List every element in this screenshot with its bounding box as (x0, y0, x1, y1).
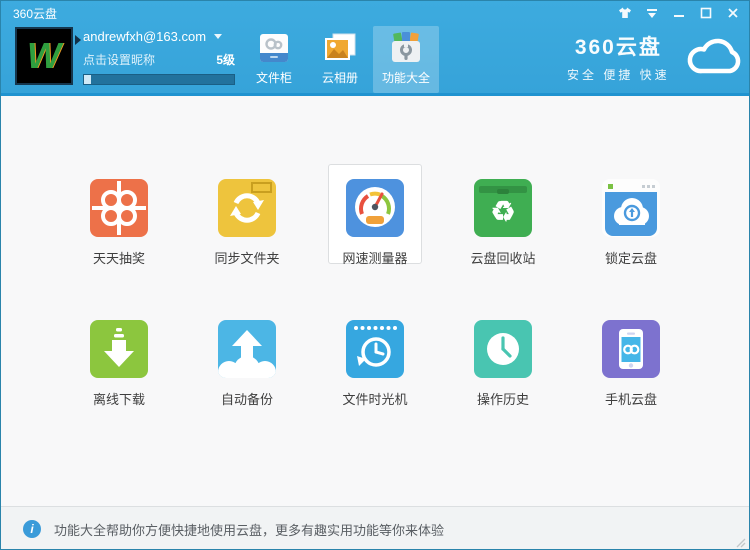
header: 360云盘 W (1, 1, 749, 96)
lock-cloud-icon (602, 179, 660, 237)
main-menu-icon[interactable] (644, 6, 660, 20)
feature-lottery[interactable]: 天天抽奖 (72, 164, 166, 264)
file-cabinet-icon (256, 30, 292, 66)
svg-text:♻: ♻ (490, 196, 515, 227)
info-icon: i (23, 520, 41, 538)
avatar-pointer (75, 35, 81, 45)
feature-offline-download[interactable]: 离线下载 (72, 305, 166, 405)
minimize-icon[interactable] (671, 6, 687, 20)
avatar[interactable]: W (15, 27, 73, 85)
level-progress-fill (84, 75, 91, 84)
account-menu[interactable]: andrewfxh@163.com (83, 29, 235, 44)
feature-recycle-bin[interactable]: ♻ 云盘回收站 (456, 164, 550, 264)
history-clock-icon (474, 320, 532, 378)
tab-features[interactable]: 功能大全 (373, 26, 439, 93)
feature-label: 云盘回收站 (470, 248, 535, 267)
features-grid: 天天抽奖 同步文件夹 (55, 96, 695, 405)
footer-bar: i 功能大全帮助你方便快捷地使用云盘，更多有趣实用功能等你来体验 (1, 506, 749, 550)
window-controls (617, 6, 741, 20)
brand: 360云盘 安全 便捷 快速 (567, 31, 748, 83)
feature-label: 文件时光机 (342, 389, 407, 408)
cloud-album-icon (322, 30, 358, 66)
feature-auto-backup[interactable]: 自动备份 (200, 305, 294, 405)
mobile-phone-icon (602, 320, 660, 378)
feature-speed-test[interactable]: 网速测量器 (328, 164, 422, 264)
features-panel: 天天抽奖 同步文件夹 (1, 96, 749, 506)
feature-label: 离线下载 (93, 389, 145, 408)
set-nickname-link[interactable]: 点击设置昵称 (83, 51, 155, 68)
feature-label: 天天抽奖 (93, 248, 145, 267)
lottery-gift-icon (90, 179, 148, 237)
feature-history[interactable]: 操作历史 (456, 305, 550, 405)
chevron-down-icon (214, 34, 222, 39)
recycle-bin-icon: ♻ (474, 179, 532, 237)
tab-label: 功能大全 (382, 69, 430, 86)
maximize-icon[interactable] (698, 6, 714, 20)
feature-sync-folder[interactable]: 同步文件夹 (200, 164, 294, 264)
main-tabs: 文件柜 云相册 (241, 26, 439, 93)
titlebar: 360云盘 (1, 1, 749, 25)
features-box-icon (388, 30, 424, 66)
feature-mobile-drive[interactable]: 手机云盘 (584, 305, 678, 405)
user-level-badge: 5级 (216, 51, 235, 68)
feature-label: 手机云盘 (605, 389, 657, 408)
skin-icon[interactable] (617, 6, 633, 20)
user-email: andrewfxh@163.com (83, 29, 206, 44)
level-progress-bar (83, 74, 235, 85)
tab-label: 文件柜 (256, 69, 292, 86)
resize-grip[interactable] (736, 538, 746, 548)
time-machine-icon (346, 320, 404, 378)
brand-tagline: 安全 便捷 快速 (567, 66, 670, 83)
close-icon[interactable] (725, 6, 741, 20)
feature-label: 操作历史 (477, 389, 529, 408)
download-icon (90, 320, 148, 378)
feature-lock-drive[interactable]: 锁定云盘 (584, 164, 678, 264)
window-title: 360云盘 (13, 5, 57, 22)
backup-upload-icon (218, 320, 276, 378)
feature-label: 自动备份 (221, 389, 273, 408)
tab-cloud-album[interactable]: 云相册 (307, 26, 373, 93)
cloud-logo-icon (678, 33, 748, 79)
speedometer-icon (346, 179, 404, 237)
brand-logo-text: 360云盘 (567, 31, 670, 61)
feature-label: 网速测量器 (342, 248, 407, 267)
feature-time-machine[interactable]: 文件时光机 (328, 305, 422, 405)
user-info: andrewfxh@163.com 点击设置昵称 5级 (83, 29, 235, 85)
tab-file-cabinet[interactable]: 文件柜 (241, 26, 307, 93)
app-window: 360云盘 W (0, 0, 750, 550)
footer-message: 功能大全帮助你方便快捷地使用云盘，更多有趣实用功能等你来体验 (54, 520, 444, 539)
feature-label: 同步文件夹 (214, 248, 279, 267)
sync-folder-icon (218, 179, 276, 237)
tab-label: 云相册 (322, 69, 358, 86)
feature-label: 锁定云盘 (605, 248, 657, 267)
